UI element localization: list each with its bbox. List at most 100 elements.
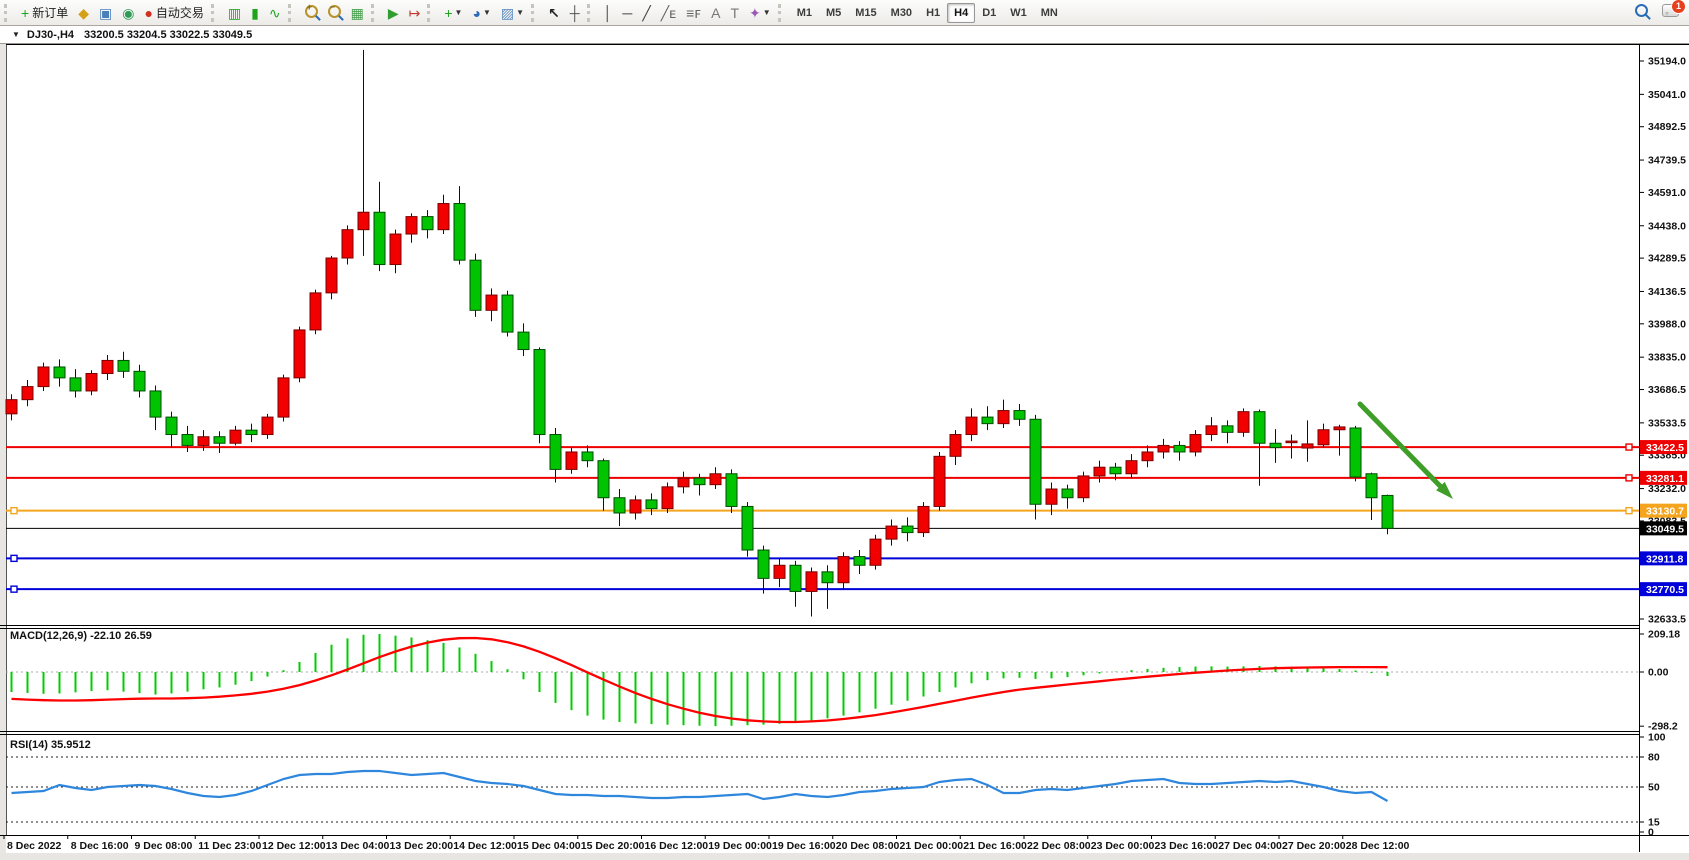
vertical-line-button[interactable]: │ (599, 1, 618, 25)
candle-body (806, 572, 817, 592)
dropdown-caret-icon: ▼ (763, 8, 771, 17)
candle-body (998, 411, 1009, 424)
toolbar-group-grip (371, 4, 379, 22)
level-price-label: 32770.5 (1646, 584, 1684, 596)
candle-body (710, 474, 721, 485)
timeframe-h4[interactable]: H4 (947, 3, 975, 23)
text-label-button[interactable]: T (725, 1, 744, 25)
time-axis-label: 27 Dec 04:00 (1218, 840, 1282, 852)
timeframe-w1[interactable]: W1 (1003, 3, 1034, 23)
candle-body (534, 350, 545, 435)
candlestick-type-button[interactable]: ▮ (246, 1, 264, 25)
snapshot-button[interactable]: ◆ (73, 1, 94, 25)
text-button[interactable]: A (706, 1, 725, 25)
candle-body (678, 478, 689, 487)
candle-body (1078, 476, 1089, 498)
timeframe-d1[interactable]: D1 (975, 3, 1003, 23)
timeframe-mn[interactable]: MN (1034, 3, 1065, 23)
price-axis-tick-label: 33835.0 (1648, 352, 1686, 364)
candle-body (198, 437, 209, 446)
candlestick-icon: ▮ (251, 6, 259, 20)
cursor-button[interactable]: ↖ (543, 1, 565, 25)
signals-button[interactable]: ◉ (117, 1, 139, 25)
chat-bubble-icon: 1 (1662, 4, 1679, 17)
time-axis-label: 13 Dec 04:00 (326, 840, 390, 852)
clock-icon: ◕ (472, 6, 480, 20)
tile-windows-button[interactable]: ▦ (346, 1, 369, 25)
level-line-handle[interactable] (11, 555, 17, 561)
channel-button[interactable]: ╱ᴇ (656, 1, 681, 25)
level-line-handle[interactable] (11, 586, 17, 592)
candle-body (550, 435, 561, 470)
candle-body (310, 293, 321, 330)
candle-body (1222, 426, 1233, 433)
bar-chart-type-button[interactable]: ▥ (223, 1, 246, 25)
candle-body (566, 452, 577, 469)
candle-body (6, 400, 17, 414)
trendline-icon: ╱ (642, 6, 650, 20)
candle-body (1206, 426, 1217, 435)
price-axis-tick-label: 33988.0 (1648, 318, 1686, 330)
candle-body (646, 500, 657, 509)
candle-body (870, 539, 881, 565)
templates-button[interactable]: ▨▼ (496, 1, 529, 25)
timeframe-m5[interactable]: M5 (819, 3, 848, 23)
fibonacci-icon: ≡ꜰ (686, 6, 701, 20)
zoom-out-button[interactable]: − (323, 1, 346, 25)
timeframe-m15[interactable]: M15 (848, 3, 883, 23)
toolbar-search-icon[interactable] (1635, 4, 1648, 22)
candle-body (758, 550, 769, 578)
auto-trading-button[interactable]: ●自动交易 (139, 1, 208, 25)
fibonacci-button[interactable]: ≡ꜰ (681, 1, 706, 25)
level-price-label: 33281.1 (1646, 473, 1684, 485)
candle-body (214, 437, 225, 444)
level-line-handle[interactable] (1626, 508, 1632, 514)
camera-icon: ◆ (78, 6, 89, 20)
time-axis-label: 21 Dec 16:00 (963, 840, 1027, 852)
cursor-icon: ↖ (548, 6, 560, 20)
periods-button[interactable]: ◕▼ (467, 1, 495, 25)
timeframe-m30[interactable]: M30 (884, 3, 919, 23)
level-line-handle[interactable] (11, 508, 17, 514)
level-line-handle[interactable] (1626, 475, 1632, 481)
candle-body (374, 212, 385, 264)
candle-body (1286, 441, 1297, 443)
time-axis-label: 23 Dec 16:00 (1155, 840, 1219, 852)
signal-icon: ◉ (122, 6, 134, 20)
indicators-button[interactable]: +▼ (439, 1, 467, 25)
candle-body (694, 478, 705, 485)
crosshair-button[interactable]: ┼ (565, 1, 585, 25)
zoom-in-button[interactable]: + (300, 1, 323, 25)
candle-body (886, 526, 897, 539)
rsi-axis-tick-label: 100 (1648, 732, 1666, 744)
candle-body (854, 557, 865, 566)
new-order-button[interactable]: +新订单 (16, 1, 73, 25)
line-chart-type-button[interactable]: ∿ (264, 1, 286, 25)
time-axis-label: 20 Dec 08:00 (836, 840, 900, 852)
timeframe-h1[interactable]: H1 (919, 3, 947, 23)
chat-icon[interactable]: 1 (1662, 4, 1679, 22)
toolbar-group-grip (778, 4, 786, 22)
candle-body (438, 204, 449, 230)
candle-body (614, 498, 625, 513)
shapes-button[interactable]: ✦▼ (744, 1, 776, 25)
candle-body (86, 374, 97, 391)
price-axis-tick-label: 34438.0 (1648, 220, 1686, 232)
search-magnifier-icon (1635, 4, 1648, 17)
timeframe-m1[interactable]: M1 (790, 3, 819, 23)
candle-body (166, 417, 177, 434)
candle-body (1030, 419, 1041, 504)
horizontal-line-button[interactable]: ─ (617, 1, 637, 25)
chart-dropdown-icon[interactable]: ▼ (12, 30, 20, 39)
terminal-window-button[interactable]: ▣ (94, 1, 117, 25)
level-line-handle[interactable] (1626, 444, 1632, 450)
chart-canvas[interactable]: MACD(12,26,9) -22.10 26.59RSI(14) 35.951… (0, 43, 1689, 860)
trendline-button[interactable]: ╱ (637, 1, 655, 25)
template-icon: ▨ (501, 6, 514, 20)
auto-scroll-button[interactable]: ▶ (383, 1, 404, 25)
candle-body (518, 332, 529, 349)
chart-title-bar: ▼ DJ30-,H4 33200.5 33204.5 33022.5 33049… (0, 26, 1689, 43)
chart-shift-button[interactable]: ↦ (404, 1, 426, 25)
autotrade-icon: ● (144, 6, 152, 20)
line-chart-icon: ∿ (269, 6, 281, 20)
